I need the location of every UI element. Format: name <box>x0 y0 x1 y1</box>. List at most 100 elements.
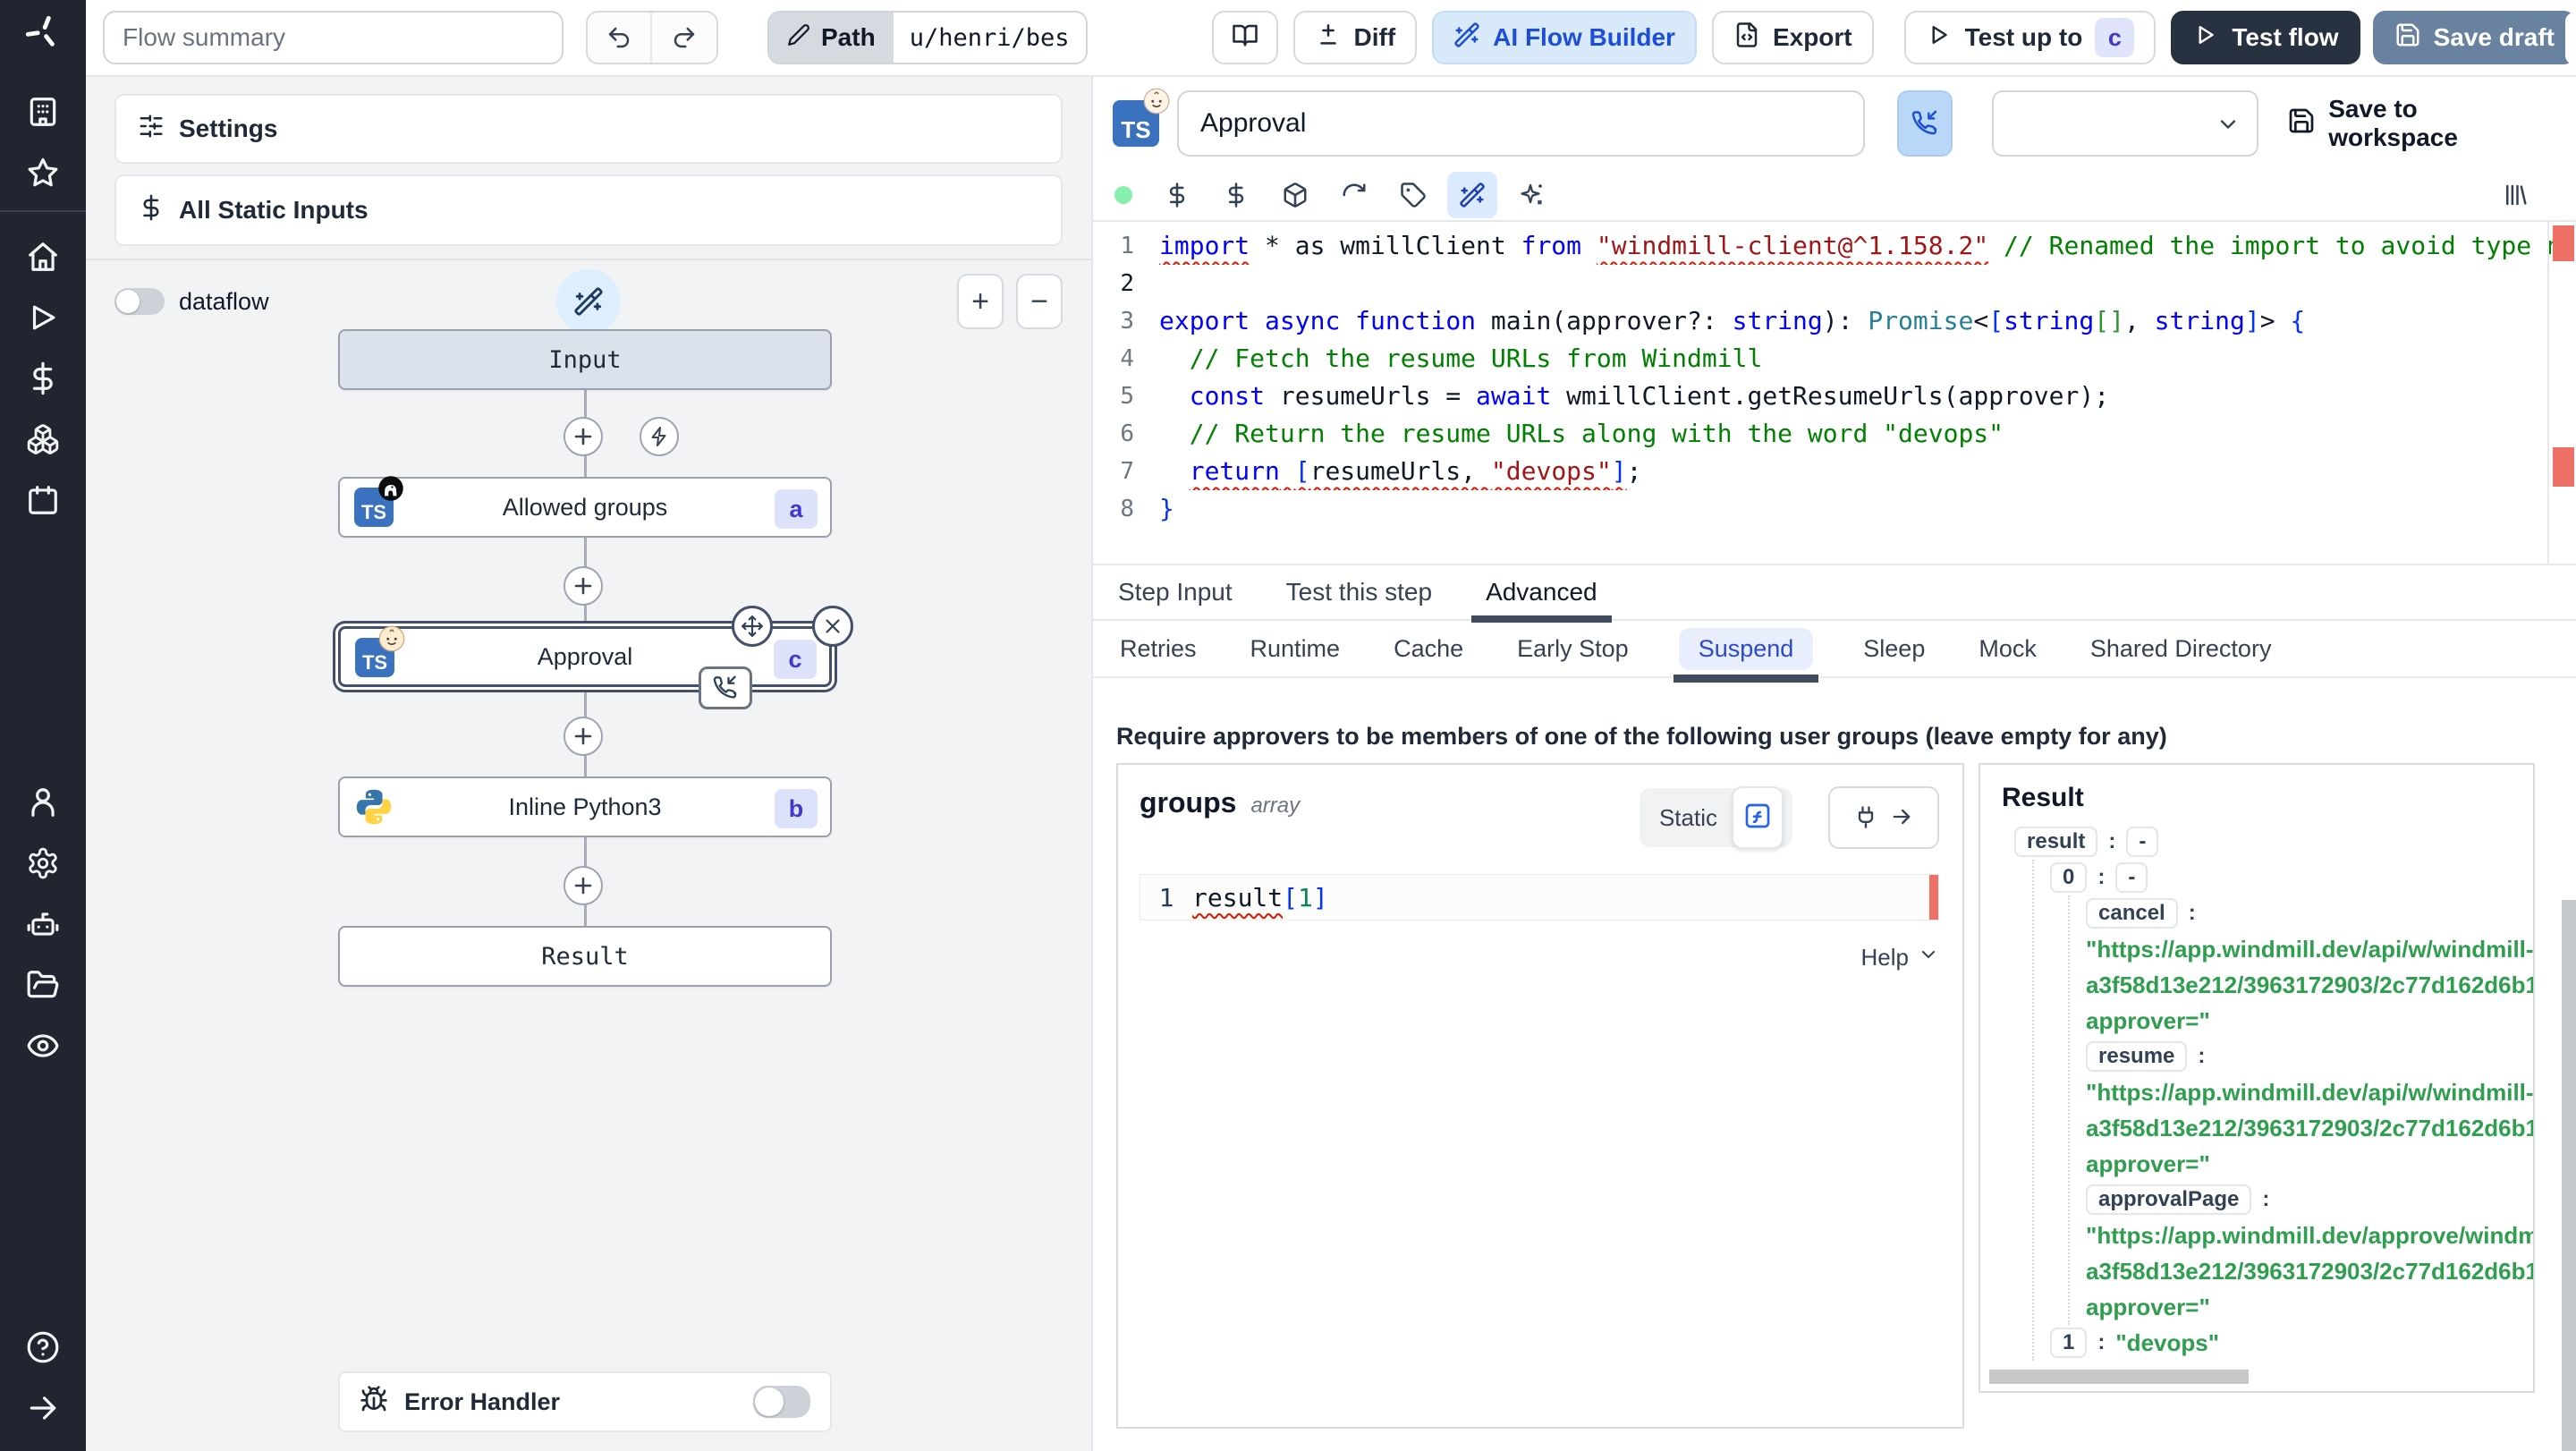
test-flow-button[interactable]: Test flow <box>2171 11 2360 64</box>
zoom-out-button[interactable]: − <box>1016 274 1063 329</box>
step-node-allowed-groups[interactable]: TS Allowed groups a <box>338 476 832 538</box>
error-handler-label: Error Handler <box>404 1387 561 1415</box>
suspend-approval-button[interactable] <box>1896 90 1953 157</box>
docs-book-button[interactable] <box>1211 11 1278 64</box>
tab-shared-directory[interactable]: Shared Directory <box>2087 628 2275 670</box>
add-step-button[interactable] <box>564 866 603 905</box>
favorites-star-icon[interactable] <box>0 142 86 203</box>
audit-eye-icon[interactable] <box>0 1015 86 1076</box>
json-key-pill[interactable]: 0 <box>2050 862 2088 893</box>
workers-robot-icon[interactable] <box>0 894 86 955</box>
schedules-calendar-icon[interactable] <box>0 470 86 530</box>
result-node[interactable]: Result <box>338 926 832 987</box>
move-step-button[interactable] <box>732 606 773 647</box>
undo-button[interactable] <box>588 13 652 63</box>
step-node-inline-python3[interactable]: Inline Python3 b <box>338 776 832 837</box>
all-static-inputs-button[interactable]: All Static Inputs <box>114 174 1063 246</box>
ai-wand-icon[interactable] <box>1447 172 1497 218</box>
windmill-logo-icon[interactable] <box>23 13 63 56</box>
add-step-button[interactable] <box>564 717 603 756</box>
json-string-value: a3f58d13e212/3963172903/2c77d162d6b17395… <box>2086 1114 2533 1141</box>
tab-runtime[interactable]: Runtime <box>1247 628 1344 670</box>
tab-test-this-step[interactable]: Test this step <box>1284 569 1434 615</box>
diff-button[interactable]: Diff <box>1292 11 1418 64</box>
ai-sparkles-icon[interactable] <box>1506 172 1556 218</box>
runs-play-icon[interactable] <box>0 287 86 348</box>
resources-boxes-icon[interactable] <box>0 409 86 470</box>
code-line[interactable]: 5 const resumeUrls = await wmillClient.g… <box>1093 378 2576 415</box>
zoom-in-button[interactable]: + <box>957 274 1004 329</box>
tag-icon[interactable] <box>1388 172 1438 218</box>
json-key-pill[interactable]: cancel <box>2086 898 2178 929</box>
wand-icon <box>1453 21 1480 55</box>
tab-cache[interactable]: Cache <box>1390 628 1467 670</box>
delete-step-button[interactable] <box>812 606 853 647</box>
code-line[interactable]: 8} <box>1093 490 2576 528</box>
tab-sleep[interactable]: Sleep <box>1860 628 1928 670</box>
json-key-pill[interactable]: resume <box>2086 1041 2188 1072</box>
static-option[interactable]: Static <box>1659 804 1717 832</box>
input-node[interactable]: Input <box>338 329 832 390</box>
script-version-select[interactable] <box>1991 90 2259 157</box>
vertical-scrollbar[interactable] <box>2562 900 2576 1451</box>
tab-advanced[interactable]: Advanced <box>1471 569 1612 623</box>
ai-wand-button[interactable] <box>556 269 621 334</box>
connect-input-button[interactable] <box>1828 786 1939 849</box>
settings-gear-icon[interactable] <box>0 833 86 894</box>
code-line[interactable]: 2 <box>1093 265 2576 302</box>
add-step-button[interactable] <box>564 566 603 606</box>
code-line[interactable]: 7 return [resumeUrls, "devops"]; <box>1093 453 2576 490</box>
library-icon[interactable] <box>2490 172 2540 218</box>
error-handler-card[interactable]: Error Handler <box>338 1371 832 1432</box>
ai-flow-builder-button[interactable]: AI Flow Builder <box>1432 11 1697 64</box>
save-to-workspace-button[interactable]: Save to workspace <box>2287 95 2553 152</box>
step-name-input[interactable] <box>1177 90 1865 157</box>
clipped-button[interactable] <box>2565 13 2576 64</box>
dataflow-toggle[interactable] <box>114 288 165 315</box>
workspace-icon[interactable] <box>0 81 86 142</box>
export-button[interactable]: Export <box>1711 11 1874 64</box>
variables-dollar-icon[interactable] <box>0 348 86 409</box>
groups-expression-editor[interactable]: 1 result[1] <box>1140 874 1939 921</box>
code-line[interactable]: 4 // Fetch the resume URLs from Windmill <box>1093 340 2576 378</box>
path-chip[interactable]: Path u/henri/bes <box>767 11 1088 64</box>
variables-dollar-icon[interactable] <box>1152 172 1202 218</box>
horizontal-scrollbar[interactable] <box>1989 1370 2249 1384</box>
help-icon[interactable] <box>0 1317 86 1378</box>
home-icon[interactable] <box>0 226 86 287</box>
code-line[interactable]: 6 // Return the resume URLs along with t… <box>1093 415 2576 453</box>
tab-early-stop[interactable]: Early Stop <box>1513 628 1632 670</box>
collapse-toggle[interactable]: - <box>2126 827 2159 857</box>
folders-icon[interactable] <box>0 955 86 1015</box>
collapse-toggle[interactable]: - <box>2115 862 2148 893</box>
reload-icon[interactable] <box>1329 172 1379 218</box>
tab-retries[interactable]: Retries <box>1116 628 1200 670</box>
test-up-to-button[interactable]: Test up to c <box>1903 11 2157 64</box>
error-handler-toggle[interactable] <box>753 1386 810 1418</box>
flow-summary-input[interactable] <box>103 11 564 64</box>
add-step-button[interactable] <box>564 417 603 456</box>
step-node-approval-selected[interactable]: TS Approval c <box>338 606 853 709</box>
code-line[interactable]: 3 export async function main(approver?: s… <box>1093 302 2576 340</box>
resources-dollar-icon[interactable] <box>1211 172 1261 218</box>
tab-suspend[interactable]: Suspend <box>1673 627 1818 683</box>
save-draft-button[interactable]: Save draft <box>2372 11 2576 64</box>
expand-sidebar-arrow-icon[interactable] <box>0 1378 86 1438</box>
json-key-pill[interactable]: result <box>2014 827 2098 857</box>
user-icon[interactable] <box>0 772 86 833</box>
code-line[interactable]: 1 import * as wmillClient from "windmill-… <box>1093 227 2576 265</box>
help-dropdown[interactable]: Help <box>1140 944 1939 972</box>
redo-button[interactable] <box>652 13 716 63</box>
path-value[interactable]: u/henri/bes <box>893 13 1086 63</box>
flow-settings-button[interactable]: Settings <box>114 94 1063 164</box>
tab-mock[interactable]: Mock <box>1975 628 2040 670</box>
code-editor[interactable]: 1 import * as wmillClient from "windmill-… <box>1093 220 2576 565</box>
add-trigger-button[interactable] <box>640 417 679 456</box>
javascript-expr-option[interactable] <box>1732 786 1784 849</box>
undo-redo-group <box>586 11 718 64</box>
typescript-icon: TS <box>354 476 403 527</box>
json-key-pill[interactable]: 1 <box>2050 1328 2088 1358</box>
package-icon[interactable] <box>1270 172 1320 218</box>
tab-step-input[interactable]: Step Input <box>1116 569 1234 615</box>
json-key-pill[interactable]: approvalPage <box>2086 1184 2252 1215</box>
